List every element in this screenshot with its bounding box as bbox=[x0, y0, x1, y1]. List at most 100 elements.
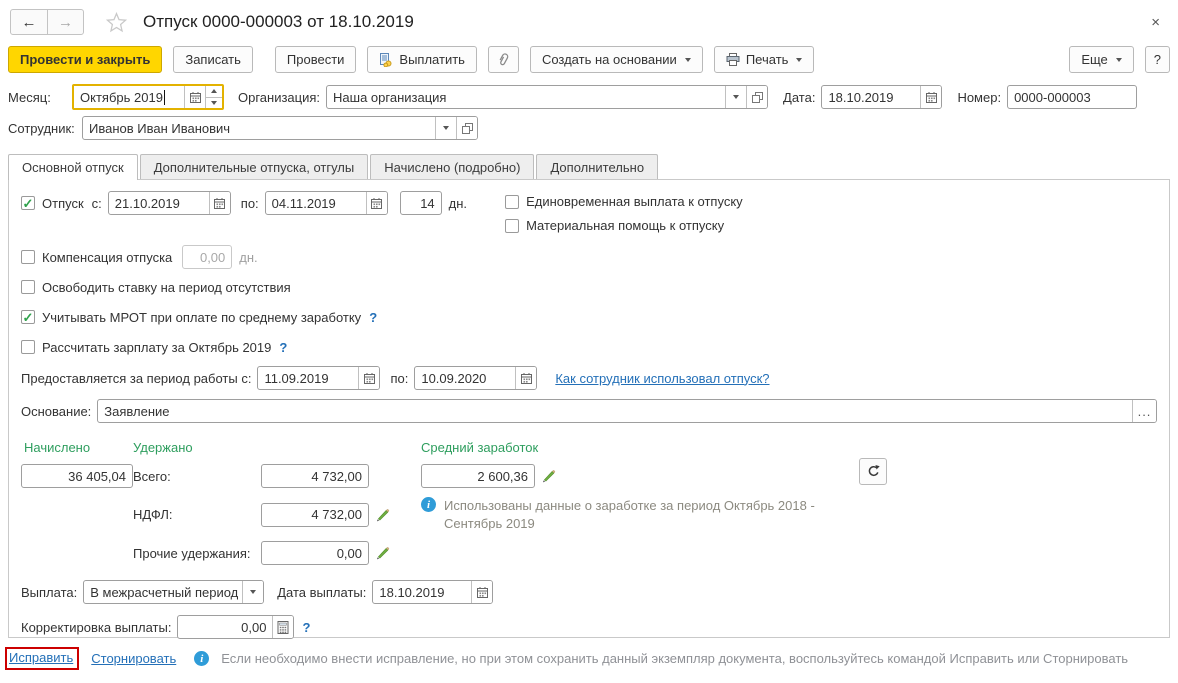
payment-adjustment-help-link[interactable]: ? bbox=[302, 620, 310, 635]
tab-additional[interactable]: Дополнительно bbox=[536, 154, 658, 179]
employee-dropdown-button[interactable] bbox=[435, 117, 456, 139]
vacation-from-calendar-button[interactable] bbox=[209, 192, 230, 214]
payment-method-dropdown-button[interactable] bbox=[242, 581, 263, 603]
compensation-checkbox[interactable] bbox=[21, 250, 35, 264]
month-input[interactable]: Октябрь 2019 bbox=[74, 86, 184, 108]
tab-accrued-details[interactable]: Начислено (подробно) bbox=[370, 154, 534, 179]
ndfl-input[interactable]: 4 732,00 bbox=[262, 504, 368, 526]
employee-open-button[interactable] bbox=[456, 117, 477, 139]
basis-ellipsis-button[interactable]: ... bbox=[1132, 400, 1156, 422]
month-calendar-button[interactable] bbox=[184, 86, 205, 108]
forward-button[interactable]: → bbox=[47, 10, 83, 34]
create-based-on-button[interactable]: Создать на основании bbox=[530, 46, 703, 73]
payment-row: Выплата: В межрасчетный период Дата выпл… bbox=[21, 579, 1157, 605]
tab-additional-vacations[interactable]: Дополнительные отпуска, отгулы bbox=[140, 154, 369, 179]
mrot-row: Учитывать МРОТ при оплате по среднему за… bbox=[21, 307, 1157, 327]
edit-ndfl-button[interactable] bbox=[376, 508, 390, 522]
calc-salary-help-link[interactable]: ? bbox=[279, 340, 287, 355]
accrued-group: 36 405,04 bbox=[21, 464, 133, 488]
period-from-input[interactable]: 11.09.2019 bbox=[258, 367, 358, 389]
accrued-input[interactable]: 36 405,04 bbox=[22, 465, 132, 487]
material-aid-label: Материальная помощь к отпуску bbox=[526, 218, 724, 233]
vacation-checkbox[interactable] bbox=[21, 196, 35, 210]
chevron-down-icon bbox=[1116, 58, 1122, 62]
average-earnings-input[interactable]: 2 600,36 bbox=[422, 465, 534, 487]
fix-document-link[interactable]: Исправить bbox=[9, 650, 73, 665]
average-earnings-row: 2 600,36 bbox=[421, 464, 859, 488]
star-icon bbox=[106, 12, 127, 33]
withheld-total-input[interactable]: 4 732,00 bbox=[262, 465, 368, 487]
payment-method-select[interactable]: В межрасчетный период bbox=[84, 581, 242, 603]
payment-adjustment-input[interactable]: 0,00 bbox=[178, 616, 272, 638]
other-withholdings-input[interactable]: 0,00 bbox=[262, 542, 368, 564]
withheld-header: Удержано bbox=[133, 440, 421, 455]
mrot-help-link[interactable]: ? bbox=[369, 310, 377, 325]
date-label: Дата: bbox=[783, 90, 815, 105]
period-to-input[interactable]: 10.09.2020 bbox=[415, 367, 515, 389]
compensation-row: Компенсация отпуска 0,00 дн. bbox=[21, 244, 1157, 270]
vacation-from-group: 21.10.2019 bbox=[108, 191, 231, 215]
favorite-star-button[interactable] bbox=[106, 12, 127, 33]
vacation-to-input[interactable]: 04.11.2019 bbox=[266, 192, 366, 214]
edit-average-earnings-button[interactable] bbox=[542, 469, 556, 483]
annotation-highlight-box: Исправить bbox=[5, 647, 79, 670]
period-from-group: 11.09.2019 bbox=[257, 366, 380, 390]
close-button[interactable]: × bbox=[1145, 12, 1166, 33]
mrot-checkbox[interactable] bbox=[21, 310, 35, 324]
print-button[interactable]: Печать bbox=[714, 46, 815, 73]
recalculate-cell bbox=[859, 458, 887, 485]
number-input-group: 0000-000003 bbox=[1007, 85, 1137, 109]
release-rate-checkbox[interactable] bbox=[21, 280, 35, 294]
payment-adjustment-calculator-button[interactable] bbox=[272, 616, 293, 638]
other-withholdings-group: 0,00 bbox=[261, 541, 369, 565]
number-input[interactable]: 0000-000003 bbox=[1008, 86, 1136, 108]
tab-main-vacation[interactable]: Основной отпуск bbox=[8, 154, 138, 180]
vacation-usage-link[interactable]: Как сотрудник использовал отпуск? bbox=[555, 371, 769, 386]
material-aid-checkbox[interactable] bbox=[505, 219, 519, 233]
accrued-value: 36 405,04 bbox=[68, 469, 126, 484]
calendar-icon bbox=[189, 91, 202, 104]
pay-button[interactable]: Выплатить bbox=[367, 46, 477, 73]
forward-arrow-icon: → bbox=[58, 14, 73, 31]
reverse-document-link[interactable]: Сторнировать bbox=[91, 651, 176, 666]
recalculate-button[interactable] bbox=[859, 458, 887, 485]
basis-row: Основание: Заявление ... bbox=[21, 398, 1157, 424]
date-calendar-button[interactable] bbox=[920, 86, 941, 108]
post-button[interactable]: Провести bbox=[275, 46, 357, 73]
post-and-close-button[interactable]: Провести и закрыть bbox=[8, 46, 162, 73]
chevron-down-icon bbox=[796, 58, 802, 62]
attachments-button[interactable] bbox=[488, 46, 519, 73]
refresh-icon bbox=[867, 465, 880, 478]
payment-date-input[interactable]: 18.10.2019 bbox=[373, 581, 471, 603]
printer-icon bbox=[726, 53, 740, 66]
organization-open-button[interactable] bbox=[746, 86, 767, 108]
payment-adjustment-value: 0,00 bbox=[241, 620, 266, 635]
payment-date-calendar-button[interactable] bbox=[471, 581, 492, 603]
period-to-label: по: bbox=[390, 371, 408, 386]
organization-dropdown-button[interactable] bbox=[725, 86, 746, 108]
date-input[interactable]: 18.10.2019 bbox=[822, 86, 920, 108]
help-button[interactable]: ? bbox=[1145, 46, 1170, 73]
save-button[interactable]: Записать bbox=[173, 46, 253, 73]
period-to-calendar-button[interactable] bbox=[515, 367, 536, 389]
vacation-to-calendar-button[interactable] bbox=[366, 192, 387, 214]
month-stepper[interactable] bbox=[205, 86, 222, 108]
vacation-days-input[interactable]: 14 bbox=[401, 192, 441, 214]
compensation-days-input[interactable]: 0,00 bbox=[183, 246, 231, 268]
more-button[interactable]: Еще bbox=[1069, 46, 1133, 73]
calendar-icon bbox=[370, 197, 383, 210]
basis-input[interactable]: Заявление bbox=[98, 400, 1132, 422]
payment-adjustment-row: Корректировка выплаты: 0,00 ? bbox=[21, 614, 1157, 640]
employee-input[interactable]: Иванов Иван Иванович bbox=[83, 117, 435, 139]
vacation-from-input[interactable]: 21.10.2019 bbox=[109, 192, 209, 214]
organization-input[interactable]: Наша организация bbox=[327, 86, 725, 108]
period-to-group: 10.09.2020 bbox=[414, 366, 537, 390]
calc-salary-checkbox[interactable] bbox=[21, 340, 35, 354]
lump-sum-checkbox[interactable] bbox=[505, 195, 519, 209]
paperclip-icon bbox=[497, 52, 510, 67]
period-from-calendar-button[interactable] bbox=[358, 367, 379, 389]
edit-other-withholdings-button[interactable] bbox=[376, 546, 390, 560]
calculator-icon bbox=[277, 621, 289, 634]
open-form-icon bbox=[461, 122, 474, 135]
back-button[interactable]: ← bbox=[11, 10, 47, 34]
